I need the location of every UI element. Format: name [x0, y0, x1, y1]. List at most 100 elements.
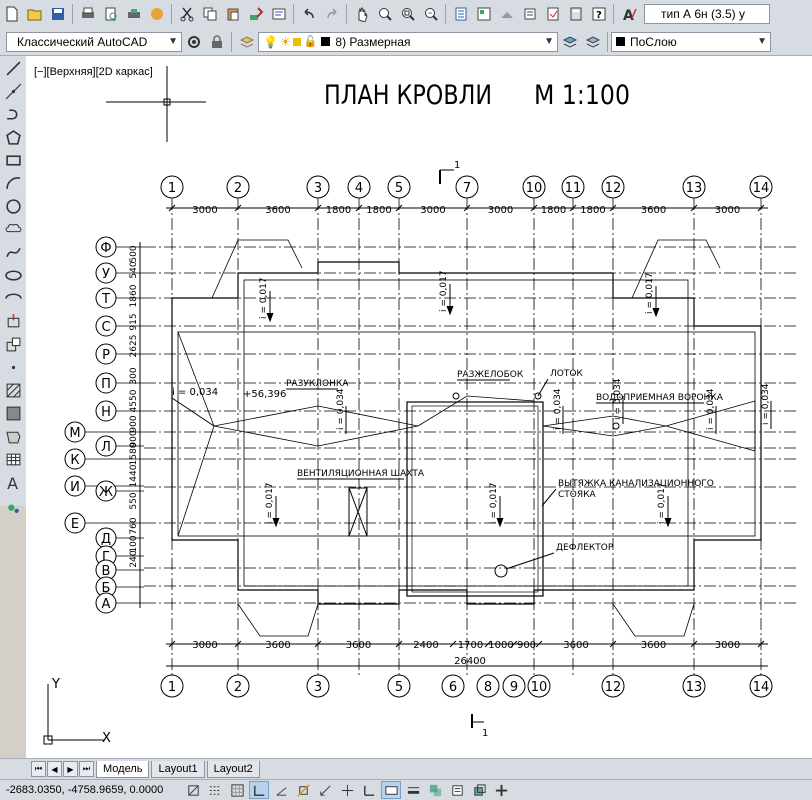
infer-constraints-icon[interactable] [183, 781, 203, 799]
rectangle-icon[interactable] [2, 150, 24, 171]
add-selected-icon[interactable] [2, 495, 24, 516]
paste-icon[interactable] [222, 4, 243, 25]
ucs-y-label: Y [51, 677, 60, 692]
workspace-value: Классический AutoCAD [17, 34, 148, 49]
workspace-dropdown[interactable]: Классический AutoCAD ▼ [6, 31, 182, 52]
region-icon[interactable] [2, 426, 24, 447]
dynamic-input-icon[interactable] [381, 781, 401, 799]
line-icon[interactable] [2, 58, 24, 79]
point-icon[interactable] [2, 357, 24, 378]
text-style-dropdown[interactable]: тип А 6н (3.5) у [644, 4, 770, 24]
gradient-icon[interactable] [2, 403, 24, 424]
pan-icon[interactable] [351, 4, 372, 25]
workspace-settings-icon[interactable] [183, 31, 204, 52]
multiline-text-icon[interactable]: A [2, 472, 24, 493]
axis-label: Ж [99, 485, 113, 500]
axis-label: 8 [484, 680, 492, 695]
circle-icon[interactable] [2, 196, 24, 217]
model-space-canvas[interactable]: [−][Верхняя][2D каркас] ПЛАН КРОВЛИ М 1:… [26, 56, 812, 758]
cut-icon[interactable] [176, 4, 197, 25]
selection-cycling-icon[interactable] [469, 781, 489, 799]
insert-block-icon[interactable] [2, 311, 24, 332]
axis-label: С [101, 320, 110, 335]
markup-icon[interactable] [542, 4, 563, 25]
drawing-scale: М 1:100 [534, 80, 630, 111]
slope-label: i = 0,034 [336, 388, 346, 430]
make-current-layer-icon[interactable] [559, 31, 580, 52]
tool-palettes-icon[interactable] [496, 4, 517, 25]
spline-icon[interactable] [2, 242, 24, 263]
dimension-text: 540 [129, 261, 139, 278]
zoom-previous-icon[interactable] [420, 4, 441, 25]
properties-icon[interactable] [450, 4, 471, 25]
hatch-icon[interactable] [2, 380, 24, 401]
save-icon[interactable] [47, 4, 68, 25]
undo-icon[interactable] [298, 4, 319, 25]
layer-previous-icon[interactable] [582, 31, 603, 52]
dimension-text: 3000 [192, 205, 217, 216]
redo-icon[interactable] [321, 4, 342, 25]
open-folder-icon[interactable] [24, 4, 45, 25]
first-tab-icon[interactable]: ⏮ [31, 761, 46, 777]
grid-display-icon[interactable] [227, 781, 247, 799]
table-icon[interactable] [2, 449, 24, 470]
ellipse-arc-icon[interactable] [2, 288, 24, 309]
tab-layout1[interactable]: Layout1 [151, 760, 205, 778]
polygon-icon[interactable] [2, 127, 24, 148]
coordinates-readout[interactable]: -2683.0350, -4758.9659, 0.0000 [0, 784, 182, 796]
tab-layout2[interactable]: Layout2 [206, 760, 260, 778]
text-style-icon[interactable]: A [618, 4, 639, 25]
prev-tab-icon[interactable]: ◀ [47, 761, 62, 777]
make-block-icon[interactable] [2, 334, 24, 355]
ucs-icon [43, 684, 104, 745]
ellipse-icon[interactable] [2, 265, 24, 286]
workspace-lock-icon[interactable] [206, 31, 227, 52]
publish-icon[interactable] [123, 4, 144, 25]
axis-label: Ф [100, 241, 111, 256]
sun-icon: ☀ [279, 34, 291, 49]
new-file-icon[interactable] [1, 4, 22, 25]
ucs-x-label: X [102, 731, 111, 746]
dynamic-ucs-icon[interactable] [359, 781, 379, 799]
annotation-monitor-icon[interactable] [491, 781, 511, 799]
ortho-mode-icon[interactable] [249, 781, 269, 799]
snap-mode-icon[interactable] [205, 781, 225, 799]
layer-properties-icon[interactable] [236, 31, 257, 52]
object-snap-tracking-icon[interactable] [337, 781, 357, 799]
tab-model[interactable]: Модель [96, 760, 150, 778]
zoom-realtime-icon[interactable] [374, 4, 395, 25]
axis-label: 7 [463, 181, 471, 196]
object-snap-icon[interactable] [293, 781, 313, 799]
layer-dropdown[interactable]: 💡 ☀ 🔓 8) Размерная ▼ [258, 31, 558, 52]
dimension-text: 1000 [488, 640, 513, 651]
polyline-icon[interactable] [2, 104, 24, 125]
design-center-icon[interactable] [473, 4, 494, 25]
lineweight-icon[interactable] [403, 781, 423, 799]
next-tab-icon[interactable]: ▶ [63, 761, 78, 777]
construction-line-icon[interactable] [2, 81, 24, 102]
arc-icon[interactable] [2, 173, 24, 194]
match-properties-icon[interactable] [245, 4, 266, 25]
slope-label: i = 0,017 [439, 270, 449, 312]
calculator-icon[interactable] [565, 4, 586, 25]
quick-properties-icon[interactable] [447, 781, 467, 799]
revision-cloud-icon[interactable] [2, 219, 24, 240]
print-icon[interactable] [77, 4, 98, 25]
polar-tracking-icon[interactable] [271, 781, 291, 799]
last-tab-icon[interactable]: ⏭ [79, 761, 94, 777]
print-preview-icon[interactable] [100, 4, 121, 25]
sheet-set-icon[interactable] [519, 4, 540, 25]
3d-dwf-icon[interactable] [146, 4, 167, 25]
block-editor-icon[interactable] [268, 4, 289, 25]
dimension-text: 1440 [129, 464, 139, 487]
dimension-text: 1580 [129, 442, 139, 465]
transparency-icon[interactable] [425, 781, 445, 799]
dimension-text: 1800 [366, 205, 391, 216]
copy-icon[interactable] [199, 4, 220, 25]
axis-label: 5 [395, 680, 403, 695]
3d-object-snap-icon[interactable] [315, 781, 335, 799]
help-icon[interactable]: ? [588, 4, 609, 25]
axis-label: Т [101, 292, 110, 307]
color-dropdown[interactable]: ПоСлою ▼ [611, 31, 771, 52]
zoom-window-icon[interactable] [397, 4, 418, 25]
